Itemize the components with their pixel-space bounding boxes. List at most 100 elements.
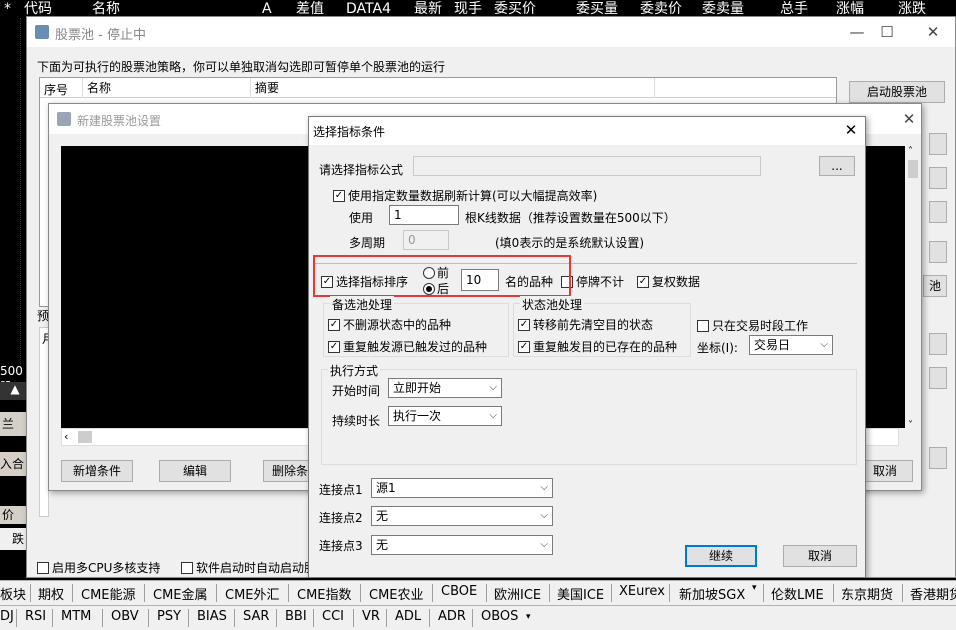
adjust-option[interactable]: 复权数据 (637, 273, 700, 290)
tab-market[interactable]: CME外汇 (225, 584, 280, 603)
multi-cpu-checkbox[interactable] (37, 562, 49, 574)
candidate-opt2[interactable]: 重复触发源已触发过的品种 (328, 338, 487, 355)
tab-indicator[interactable]: PSY (157, 609, 181, 624)
tab-market[interactable]: 期权 (38, 584, 64, 603)
tab-market[interactable]: CBOE (441, 584, 477, 599)
trading-only-option[interactable]: 只在交易时段工作 (697, 317, 808, 334)
start-time-select[interactable]: 立即开始 ⌵ (388, 378, 502, 398)
tab-sep (144, 584, 145, 602)
state-opt1-checkbox[interactable] (518, 319, 530, 331)
tab-market[interactable]: 板块 (0, 584, 26, 603)
scroll-thumb-v[interactable] (908, 160, 918, 178)
delete-condition-button[interactable]: 删除条 (263, 460, 311, 482)
tab-indicator[interactable]: ADR (438, 609, 466, 624)
tab-market[interactable]: CME能源 (81, 584, 136, 603)
connect1-select[interactable]: 源1 ⌵ (371, 478, 553, 498)
candidate-opt1[interactable]: 不删源状态中的品种 (328, 316, 451, 333)
tab-indicator[interactable]: OBOS (481, 609, 518, 624)
indicator-dialog: 选择指标条件 ✕ 请选择指标公式 ... 使用指定数量数据刷新计算(可以大幅提高… (308, 116, 866, 578)
dialog-title: 选择指标条件 (313, 125, 386, 139)
tab-sep (472, 609, 473, 627)
tab-indicator[interactable]: MTM (61, 609, 91, 624)
coord-select[interactable]: 交易日 ⌵ (749, 335, 833, 355)
add-condition-button[interactable]: 新增条件 (61, 460, 133, 482)
tab-market[interactable]: XEurex (619, 584, 665, 599)
tab-indicator[interactable]: ADL (395, 609, 421, 624)
duration-select[interactable]: 执行一次 ⌵ (388, 406, 502, 426)
tab-sep (288, 584, 289, 602)
multi-cpu-option[interactable]: 启用多CPU多核支持 (37, 559, 160, 576)
start-time-value: 立即开始 (393, 381, 442, 395)
side-button[interactable] (929, 241, 947, 263)
autostart-option[interactable]: 软件启动时自动启动股 (181, 559, 316, 576)
start-pool-button[interactable]: 启动股票池 (849, 81, 945, 103)
indicator-tab-bar: DJ RSI MTM OBV PSY BIAS SAR BBI CCI VR A… (0, 605, 956, 630)
connect2-select[interactable]: 无 ⌵ (371, 506, 553, 526)
minimize-icon[interactable]: — (845, 23, 869, 41)
tab-market[interactable]: 美国ICE (557, 584, 604, 603)
tab-indicator[interactable]: DJ (0, 609, 14, 624)
dropdown-arrow-icon[interactable]: ▾ (526, 612, 531, 622)
scroll-up-icon[interactable]: ˄ (908, 146, 913, 157)
tab-indicator[interactable]: BBI (285, 609, 307, 624)
dialog-close-icon[interactable]: ✕ (839, 121, 863, 139)
chevron-down-icon: ⌵ (540, 510, 548, 521)
col-name[interactable]: 名称 (82, 78, 111, 98)
tab-indicator[interactable]: VR (362, 609, 380, 624)
tab-market[interactable]: CME农业 (369, 584, 424, 603)
continue-button[interactable]: 继续 (685, 545, 757, 567)
state-opt2-checkbox[interactable] (518, 341, 530, 353)
suspend-label: 停牌不计 (576, 275, 625, 289)
tab-sep (148, 609, 149, 627)
side-button[interactable] (929, 201, 947, 223)
chevron-down-icon: ⌵ (540, 482, 548, 493)
tab-indicator[interactable]: SAR (243, 609, 269, 624)
multi-cpu-label: 启用多CPU多核支持 (52, 561, 161, 575)
col-summary[interactable]: 摘要 (250, 78, 279, 98)
bar-count-input[interactable]: 1 (389, 205, 459, 225)
use-count-checkbox[interactable] (333, 190, 345, 202)
browse-formula-button[interactable]: ... (819, 156, 855, 176)
tab-indicator[interactable]: CCI (322, 609, 344, 624)
use-count-option[interactable]: 使用指定数量数据刷新计算(可以大幅提高效率) (333, 187, 597, 204)
tab-indicator[interactable]: RSI (25, 609, 46, 624)
scroll-left-icon[interactable]: ‹ (64, 430, 68, 443)
scroll-down-icon[interactable]: ˅ (908, 420, 913, 431)
candidate-opt1-checkbox[interactable] (328, 319, 340, 331)
tab-market[interactable]: 伦数LME (771, 584, 824, 603)
side-button[interactable] (929, 333, 947, 355)
maximize-icon[interactable]: ☐ (875, 23, 899, 41)
side-button[interactable] (929, 133, 947, 155)
col-index[interactable]: 序号 (44, 81, 68, 98)
side-button[interactable] (929, 447, 947, 469)
edit-button[interactable]: 编辑 (159, 460, 231, 482)
tab-indicator[interactable]: BIAS (197, 609, 227, 624)
multi-period-input[interactable]: 0 (403, 230, 449, 250)
state-opt1[interactable]: 转移前先清空目的状态 (518, 316, 653, 333)
scroll-thumb[interactable] (78, 431, 92, 443)
side-button[interactable] (929, 167, 947, 189)
vertical-scrollbar[interactable]: ˄ ˅ (905, 146, 921, 436)
tab-market[interactable]: 香港期货 (910, 584, 956, 603)
connect3-select[interactable]: 无 ⌵ (371, 535, 553, 555)
candidate-opt2-checkbox[interactable] (328, 341, 340, 353)
formula-field[interactable] (413, 156, 761, 176)
tab-market[interactable]: CME指数 (297, 584, 352, 603)
connect1-label: 连接点1 (319, 483, 363, 497)
autostart-checkbox[interactable] (181, 562, 193, 574)
trading-only-checkbox[interactable] (697, 320, 709, 332)
close-icon[interactable]: ✕ (921, 23, 945, 41)
tab-indicator[interactable]: OBV (111, 609, 139, 624)
dialog-cancel-button[interactable]: 取消 (783, 545, 857, 567)
dropdown-arrow-icon[interactable]: ▾ (752, 583, 757, 593)
tab-market[interactable]: 东京期货 (841, 584, 893, 603)
side-button[interactable] (929, 367, 947, 389)
tab-market[interactable]: CME金属 (153, 584, 208, 603)
adjust-checkbox[interactable] (637, 276, 649, 288)
state-opt2[interactable]: 重复触发目的已存在的品种 (518, 338, 677, 355)
pool-side-button[interactable]: 池 (923, 275, 947, 297)
state-pool-group: 状态池处理 转移前先清空目的状态 重复触发目的已存在的品种 (513, 296, 691, 357)
tab-market[interactable]: 欧洲ICE (494, 584, 541, 603)
tab-market[interactable]: 新加坡SGX (679, 584, 745, 603)
close-icon[interactable]: ✕ (897, 110, 921, 128)
